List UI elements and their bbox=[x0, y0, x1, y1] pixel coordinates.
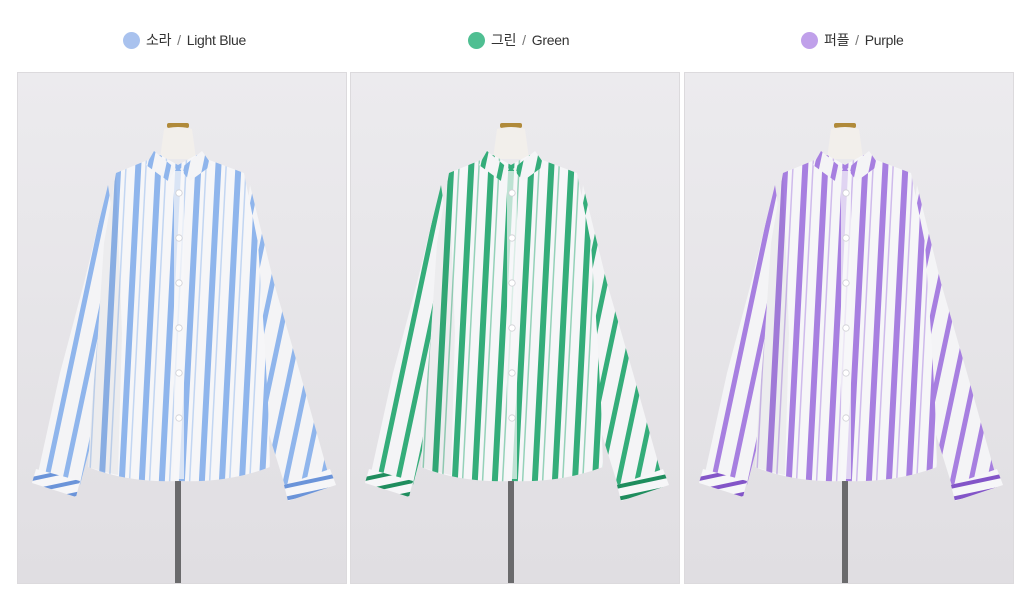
color-name-korean: 그린 bbox=[491, 32, 517, 48]
shirt-button bbox=[175, 414, 183, 422]
color-name-korean: 퍼플 bbox=[824, 32, 850, 48]
product-color-options: 소라 / Light Blue 그린 / Green 퍼플 / Purple bbox=[0, 0, 1032, 604]
shirt-button bbox=[175, 279, 183, 287]
shirt-button bbox=[508, 369, 516, 377]
shirt-illustration bbox=[18, 73, 346, 583]
shirt-button bbox=[508, 279, 516, 287]
purple-swatch-dot bbox=[801, 31, 818, 49]
shirt-button bbox=[175, 234, 183, 242]
label-separator: / bbox=[855, 32, 859, 48]
shirt-button bbox=[508, 189, 516, 197]
shirt-button bbox=[508, 414, 516, 422]
shirt-drawing bbox=[18, 73, 346, 583]
color-label-purple: 퍼플 / Purple bbox=[801, 29, 904, 51]
light-blue-shirt-photo bbox=[17, 72, 347, 584]
light-blue-swatch-dot bbox=[123, 31, 140, 49]
shirt-illustration bbox=[685, 73, 1013, 583]
color-label-green: 그린 / Green bbox=[468, 29, 569, 51]
label-separator: / bbox=[522, 32, 526, 48]
label-separator: / bbox=[177, 32, 181, 48]
shirt-button bbox=[842, 279, 850, 287]
mannequin-neck bbox=[493, 127, 529, 159]
shirt-button bbox=[175, 369, 183, 377]
shirt-drawing bbox=[351, 73, 679, 583]
shirt-button bbox=[842, 234, 850, 242]
shirt-button bbox=[175, 324, 183, 332]
color-name-english: Light Blue bbox=[186, 32, 247, 48]
shirt-button bbox=[508, 234, 516, 242]
shirt-button bbox=[842, 369, 850, 377]
color-name-korean: 소라 bbox=[146, 32, 172, 48]
shirt-illustration bbox=[351, 73, 679, 583]
shirt-button bbox=[842, 189, 850, 197]
purple-shirt-photo bbox=[684, 72, 1014, 584]
shirt-button bbox=[842, 324, 850, 332]
mannequin-neck bbox=[160, 127, 196, 159]
green-swatch-dot bbox=[468, 31, 485, 49]
color-label-light-blue: 소라 / Light Blue bbox=[123, 29, 246, 51]
shirt-button bbox=[508, 324, 516, 332]
color-name-english: Green bbox=[531, 32, 570, 48]
mannequin-stand bbox=[508, 468, 514, 583]
shirt-drawing bbox=[685, 73, 1013, 583]
color-name-english: Purple bbox=[864, 32, 904, 48]
shirt-button bbox=[175, 189, 183, 197]
green-shirt-photo bbox=[350, 72, 680, 584]
mannequin-neck bbox=[827, 127, 863, 159]
mannequin-stand bbox=[842, 468, 848, 583]
mannequin-stand bbox=[175, 468, 181, 583]
shirt-button bbox=[842, 414, 850, 422]
color-label-row: 소라 / Light Blue 그린 / Green 퍼플 / Purple bbox=[0, 0, 1032, 72]
